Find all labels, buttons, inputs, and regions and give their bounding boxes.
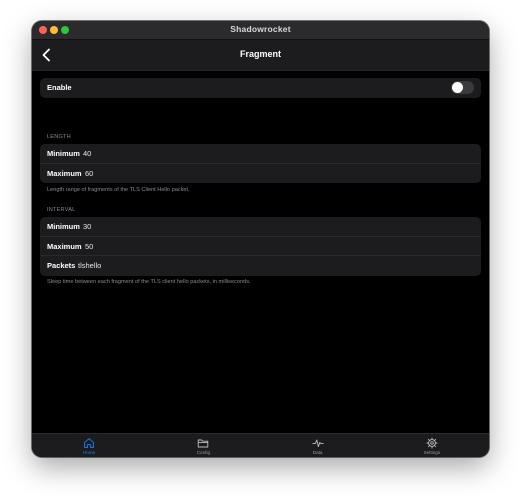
interval-minimum-row[interactable]: Minimum 30 — [40, 217, 481, 237]
interval-section-footer: Sleep time between each fragment of the … — [47, 279, 251, 285]
title-bar: Shadowrocket — [32, 21, 489, 40]
length-minimum-label: Minimum — [47, 149, 80, 158]
length-maximum-row[interactable]: Maximum 60 — [40, 164, 481, 184]
enable-label: Enable — [47, 83, 72, 92]
length-section-footer: Length range of fragments of the TLS Cli… — [47, 187, 190, 193]
tab-data[interactable]: Data — [261, 434, 375, 457]
window-title: Shadowrocket — [230, 24, 291, 34]
tab-label-data: Data — [312, 449, 323, 455]
enable-row: Enable — [40, 78, 481, 98]
tab-label-settings: Settings — [423, 449, 441, 455]
home-icon — [84, 438, 95, 448]
interval-section-header: INTERVAL — [47, 207, 76, 213]
app-window: Shadowrocket Fragment Enable LENGTH Mini… — [32, 21, 489, 457]
interval-minimum-value[interactable]: 30 — [83, 222, 91, 231]
length-section-header: LENGTH — [47, 134, 71, 140]
interval-packets-value[interactable]: tlshello — [78, 261, 101, 270]
interval-packets-label: Packets — [47, 261, 76, 270]
activity-icon — [311, 439, 324, 448]
tab-label-config: Config — [196, 449, 211, 455]
toggle-knob — [452, 82, 463, 93]
length-group: Minimum 40 Maximum 60 — [40, 144, 481, 183]
tab-label-home: Home — [82, 449, 96, 455]
enable-toggle[interactable] — [451, 81, 474, 94]
tab-config[interactable]: Config — [146, 434, 260, 457]
tab-settings[interactable]: Settings — [375, 434, 489, 457]
interval-minimum-label: Minimum — [47, 222, 80, 231]
length-minimum-row[interactable]: Minimum 40 — [40, 144, 481, 164]
page-title: Fragment — [239, 49, 281, 59]
interval-maximum-value[interactable]: 50 — [85, 242, 93, 251]
tab-home[interactable]: Home — [32, 434, 146, 457]
navigation-bar: Fragment — [32, 40, 489, 71]
length-maximum-value[interactable]: 60 — [85, 169, 93, 178]
interval-packets-row[interactable]: Packets tlshello — [40, 256, 481, 276]
folder-icon — [198, 439, 209, 448]
tab-bar: Home Config Data Settings — [32, 433, 489, 457]
interval-maximum-label: Maximum — [47, 241, 82, 251]
interval-maximum-row[interactable]: Maximum 50 — [40, 237, 481, 256]
length-maximum-label: Maximum — [47, 168, 82, 178]
gear-icon — [426, 437, 438, 449]
interval-group: Minimum 30 Maximum 50 Packets tlshello — [40, 217, 481, 276]
length-minimum-value[interactable]: 40 — [83, 149, 91, 158]
enable-group: Enable — [40, 78, 481, 98]
